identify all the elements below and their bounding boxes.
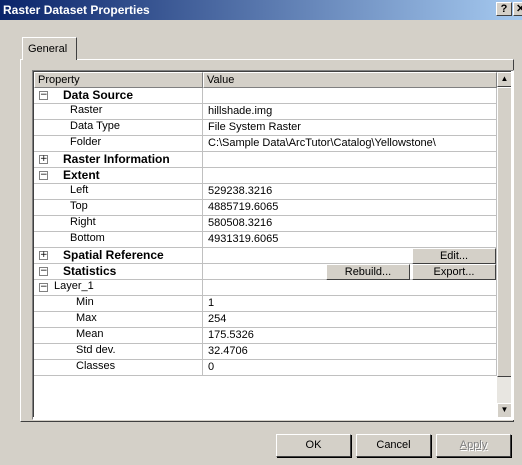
rebuild-button[interactable]: Rebuild... (326, 264, 410, 280)
property-label: Data Source (63, 88, 134, 102)
property-name-cell: Min (34, 296, 203, 312)
edit-button[interactable]: Edit... (412, 248, 496, 264)
property-value-cell[interactable] (203, 168, 497, 184)
property-name-cell: + Raster Information (34, 152, 203, 168)
property-name-cell: Std dev. (34, 344, 203, 360)
help-button[interactable]: ? (496, 2, 512, 16)
scroll-down-arrow-icon[interactable]: ▼ (497, 403, 511, 417)
tab-general[interactable]: General (22, 37, 77, 60)
property-name-cell: − Extent (34, 168, 203, 184)
property-label: Raster Information (63, 152, 170, 166)
property-row[interactable]: Folder C:\Sample Data\ArcTutor\Catalog\Ye… (34, 136, 497, 152)
property-name-cell: Folder (34, 136, 203, 152)
property-value-cell[interactable] (203, 152, 497, 168)
collapse-minus-icon[interactable]: − (39, 283, 48, 292)
property-name-cell: Left (34, 184, 203, 200)
property-label: Folder (70, 136, 102, 148)
property-row[interactable]: Mean 175.5326 (34, 328, 497, 344)
property-name-cell: − Layer_1 (34, 280, 203, 296)
property-value-cell[interactable]: 580508.3216 (203, 216, 497, 232)
property-value-cell[interactable]: 175.5326 (203, 328, 497, 344)
property-row[interactable]: Left 529238.3216 (34, 184, 497, 200)
property-label: Top (70, 200, 88, 212)
property-label: Mean (76, 328, 104, 340)
collapse-minus-icon[interactable]: − (39, 91, 48, 100)
property-group-row[interactable]: − Extent (34, 168, 497, 184)
window-title: Raster Dataset Properties (3, 3, 150, 17)
scroll-thumb[interactable] (497, 87, 511, 377)
property-group-row[interactable]: + Spatial Reference Edit... (34, 248, 497, 264)
property-value-cell[interactable]: 254 (203, 312, 497, 328)
property-value-cell[interactable]: 4931319.6065 (203, 232, 497, 248)
property-row[interactable]: Bottom 4931319.6065 (34, 232, 497, 248)
property-name-cell: Max (34, 312, 203, 328)
property-label: Spatial Reference (63, 248, 164, 262)
property-name-cell: + Spatial Reference (34, 248, 203, 264)
property-row[interactable]: Min 1 (34, 296, 497, 312)
property-label: Classes (76, 360, 116, 372)
export-button[interactable]: Export... (412, 264, 496, 280)
property-row[interactable]: Raster hillshade.img (34, 104, 497, 120)
apply-button[interactable]: Apply (436, 434, 511, 457)
property-value-cell[interactable]: 1 (203, 296, 497, 312)
close-button[interactable]: ✕ (513, 2, 522, 16)
property-label: Left (70, 184, 89, 196)
property-label: Extent (63, 168, 100, 182)
property-value-cell[interactable] (203, 280, 497, 296)
property-name-cell: Data Type (34, 120, 203, 136)
property-value-cell[interactable]: 4885719.6065 (203, 200, 497, 216)
property-label: Min (76, 296, 94, 308)
property-value-cell[interactable] (203, 88, 497, 104)
property-row[interactable]: Data Type File System Raster (34, 120, 497, 136)
property-value-cell[interactable]: File System Raster (203, 120, 497, 136)
cancel-button[interactable]: Cancel (356, 434, 431, 457)
property-value-cell[interactable]: 32.4706 (203, 344, 497, 360)
property-value-cell[interactable]: 0 (203, 360, 497, 376)
property-name-cell: Top (34, 200, 203, 216)
property-label: Layer_1 (54, 280, 94, 292)
property-row[interactable]: Std dev. 32.4706 (34, 344, 497, 360)
property-label: Statistics (63, 264, 117, 278)
property-name-cell: Right (34, 216, 203, 232)
property-label: Data Type (70, 120, 120, 132)
expand-plus-icon[interactable]: + (39, 155, 48, 164)
property-label: Std dev. (76, 344, 116, 356)
property-label: Raster (70, 104, 103, 116)
collapse-minus-icon[interactable]: − (39, 171, 48, 180)
expand-plus-icon[interactable]: + (39, 251, 48, 260)
property-row[interactable]: Right 580508.3216 (34, 216, 497, 232)
grid-rows: − Data Source Raster hillshade.img Data Type… (34, 88, 497, 376)
property-group-row[interactable]: + Raster Information (34, 152, 497, 168)
property-name-cell: Raster (34, 104, 203, 120)
property-value-cell[interactable]: hillshade.img (203, 104, 497, 120)
title-bar: Raster Dataset Properties ? ✕ (0, 0, 522, 20)
property-row[interactable]: Top 4885719.6065 (34, 200, 497, 216)
property-value-cell[interactable]: 529238.3216 (203, 184, 497, 200)
properties-grid: Property Value − Data Source Raster hillsha… (32, 70, 514, 420)
property-group-row[interactable]: − Statistics Rebuild... Export... (34, 264, 497, 280)
property-row[interactable]: Max 254 (34, 312, 497, 328)
property-value-cell[interactable]: C:\Sample Data\ArcTutor\Catalog\Yellowst… (203, 136, 497, 152)
property-name-cell: Mean (34, 328, 203, 344)
property-row[interactable]: Classes 0 (34, 360, 497, 376)
property-name-cell: − Statistics (34, 264, 203, 280)
property-label: Max (76, 312, 97, 324)
property-label: Right (70, 216, 96, 228)
property-name-cell: − Data Source (34, 88, 203, 104)
collapse-minus-icon[interactable]: − (39, 267, 48, 276)
property-label: Bottom (70, 232, 105, 244)
property-group-row[interactable]: − Data Source (34, 88, 497, 104)
scroll-up-arrow-icon[interactable]: ▲ (497, 72, 511, 87)
ok-button[interactable]: OK (276, 434, 351, 457)
property-name-cell: Classes (34, 360, 203, 376)
column-header-value[interactable]: Value (203, 72, 497, 88)
property-row[interactable]: − Layer_1 (34, 280, 497, 296)
grid-header: Property Value (34, 72, 497, 88)
property-name-cell: Bottom (34, 232, 203, 248)
column-header-property[interactable]: Property (34, 72, 203, 88)
vertical-scrollbar[interactable]: ▲ ▼ (497, 72, 511, 417)
